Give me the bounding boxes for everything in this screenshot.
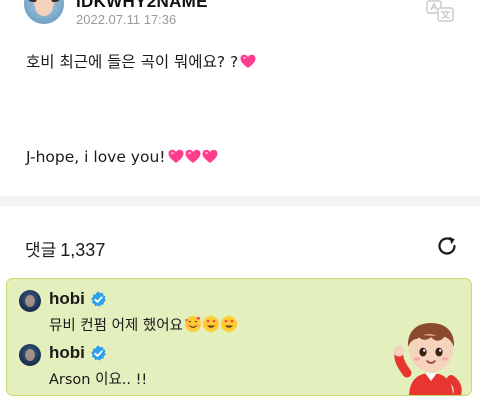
character-sticker xyxy=(393,323,462,395)
refresh-icon[interactable] xyxy=(435,234,459,258)
comments-header: 댓글 1,337 xyxy=(0,206,480,276)
translate-icon[interactable] xyxy=(426,0,454,22)
artist-reply[interactable]: hobi 뮤비 컨펌 어제 했어요 xyxy=(19,289,399,337)
verified-badge-icon xyxy=(91,345,106,361)
pink-hearts-emoji-icon xyxy=(168,149,219,168)
artist-reply[interactable]: hobi Arson 이요.. !! xyxy=(19,343,399,391)
artist-reply-text: Arson 이요.. !! xyxy=(49,372,148,388)
pink-heart-emoji-icon xyxy=(240,54,257,73)
artist-name[interactable]: hobi xyxy=(49,289,85,309)
post-card: IDKWHY2NAME 2022.07.11 17:36 호비 최근에 들은 곡… xyxy=(0,0,480,196)
post-text-line-2-content: J-hope, i love you! xyxy=(26,148,166,166)
author-avatar[interactable] xyxy=(24,0,64,24)
artist-avatar[interactable] xyxy=(19,290,41,312)
comments-count: 댓글 1,337 xyxy=(25,236,105,261)
heart-eyes-emoji-icon xyxy=(220,315,237,337)
comments-number: 1,337 xyxy=(60,240,106,260)
post-text-line-1-content: 호비 최근에 들은 곡이 뭐에요? ? xyxy=(26,53,239,71)
post-timestamp: 2022.07.11 17:36 xyxy=(76,12,177,27)
section-divider xyxy=(0,196,480,206)
heart-eyes-emoji-icon xyxy=(202,315,219,337)
smiling-hearts-emoji-icon xyxy=(184,315,201,337)
post-text-line-2: J-hope, i love you! xyxy=(26,148,219,168)
verified-badge-icon xyxy=(91,291,106,307)
artist-reply-text: 뮤비 컨펌 어제 했어요 xyxy=(49,314,237,337)
post-text-line-1: 호비 최근에 들은 곡이 뭐에요? ? xyxy=(26,50,257,73)
author-name[interactable]: IDKWHY2NAME xyxy=(76,0,208,12)
artist-reply-text-content: 뮤비 컨펌 어제 했어요 xyxy=(49,318,183,334)
artist-avatar[interactable] xyxy=(19,344,41,366)
artist-replies-box: hobi 뮤비 컨펌 어제 했어요 hobi Arson 이요.. !! xyxy=(6,278,472,396)
artist-name[interactable]: hobi xyxy=(49,343,85,363)
comments-label: 댓글 xyxy=(25,241,57,261)
